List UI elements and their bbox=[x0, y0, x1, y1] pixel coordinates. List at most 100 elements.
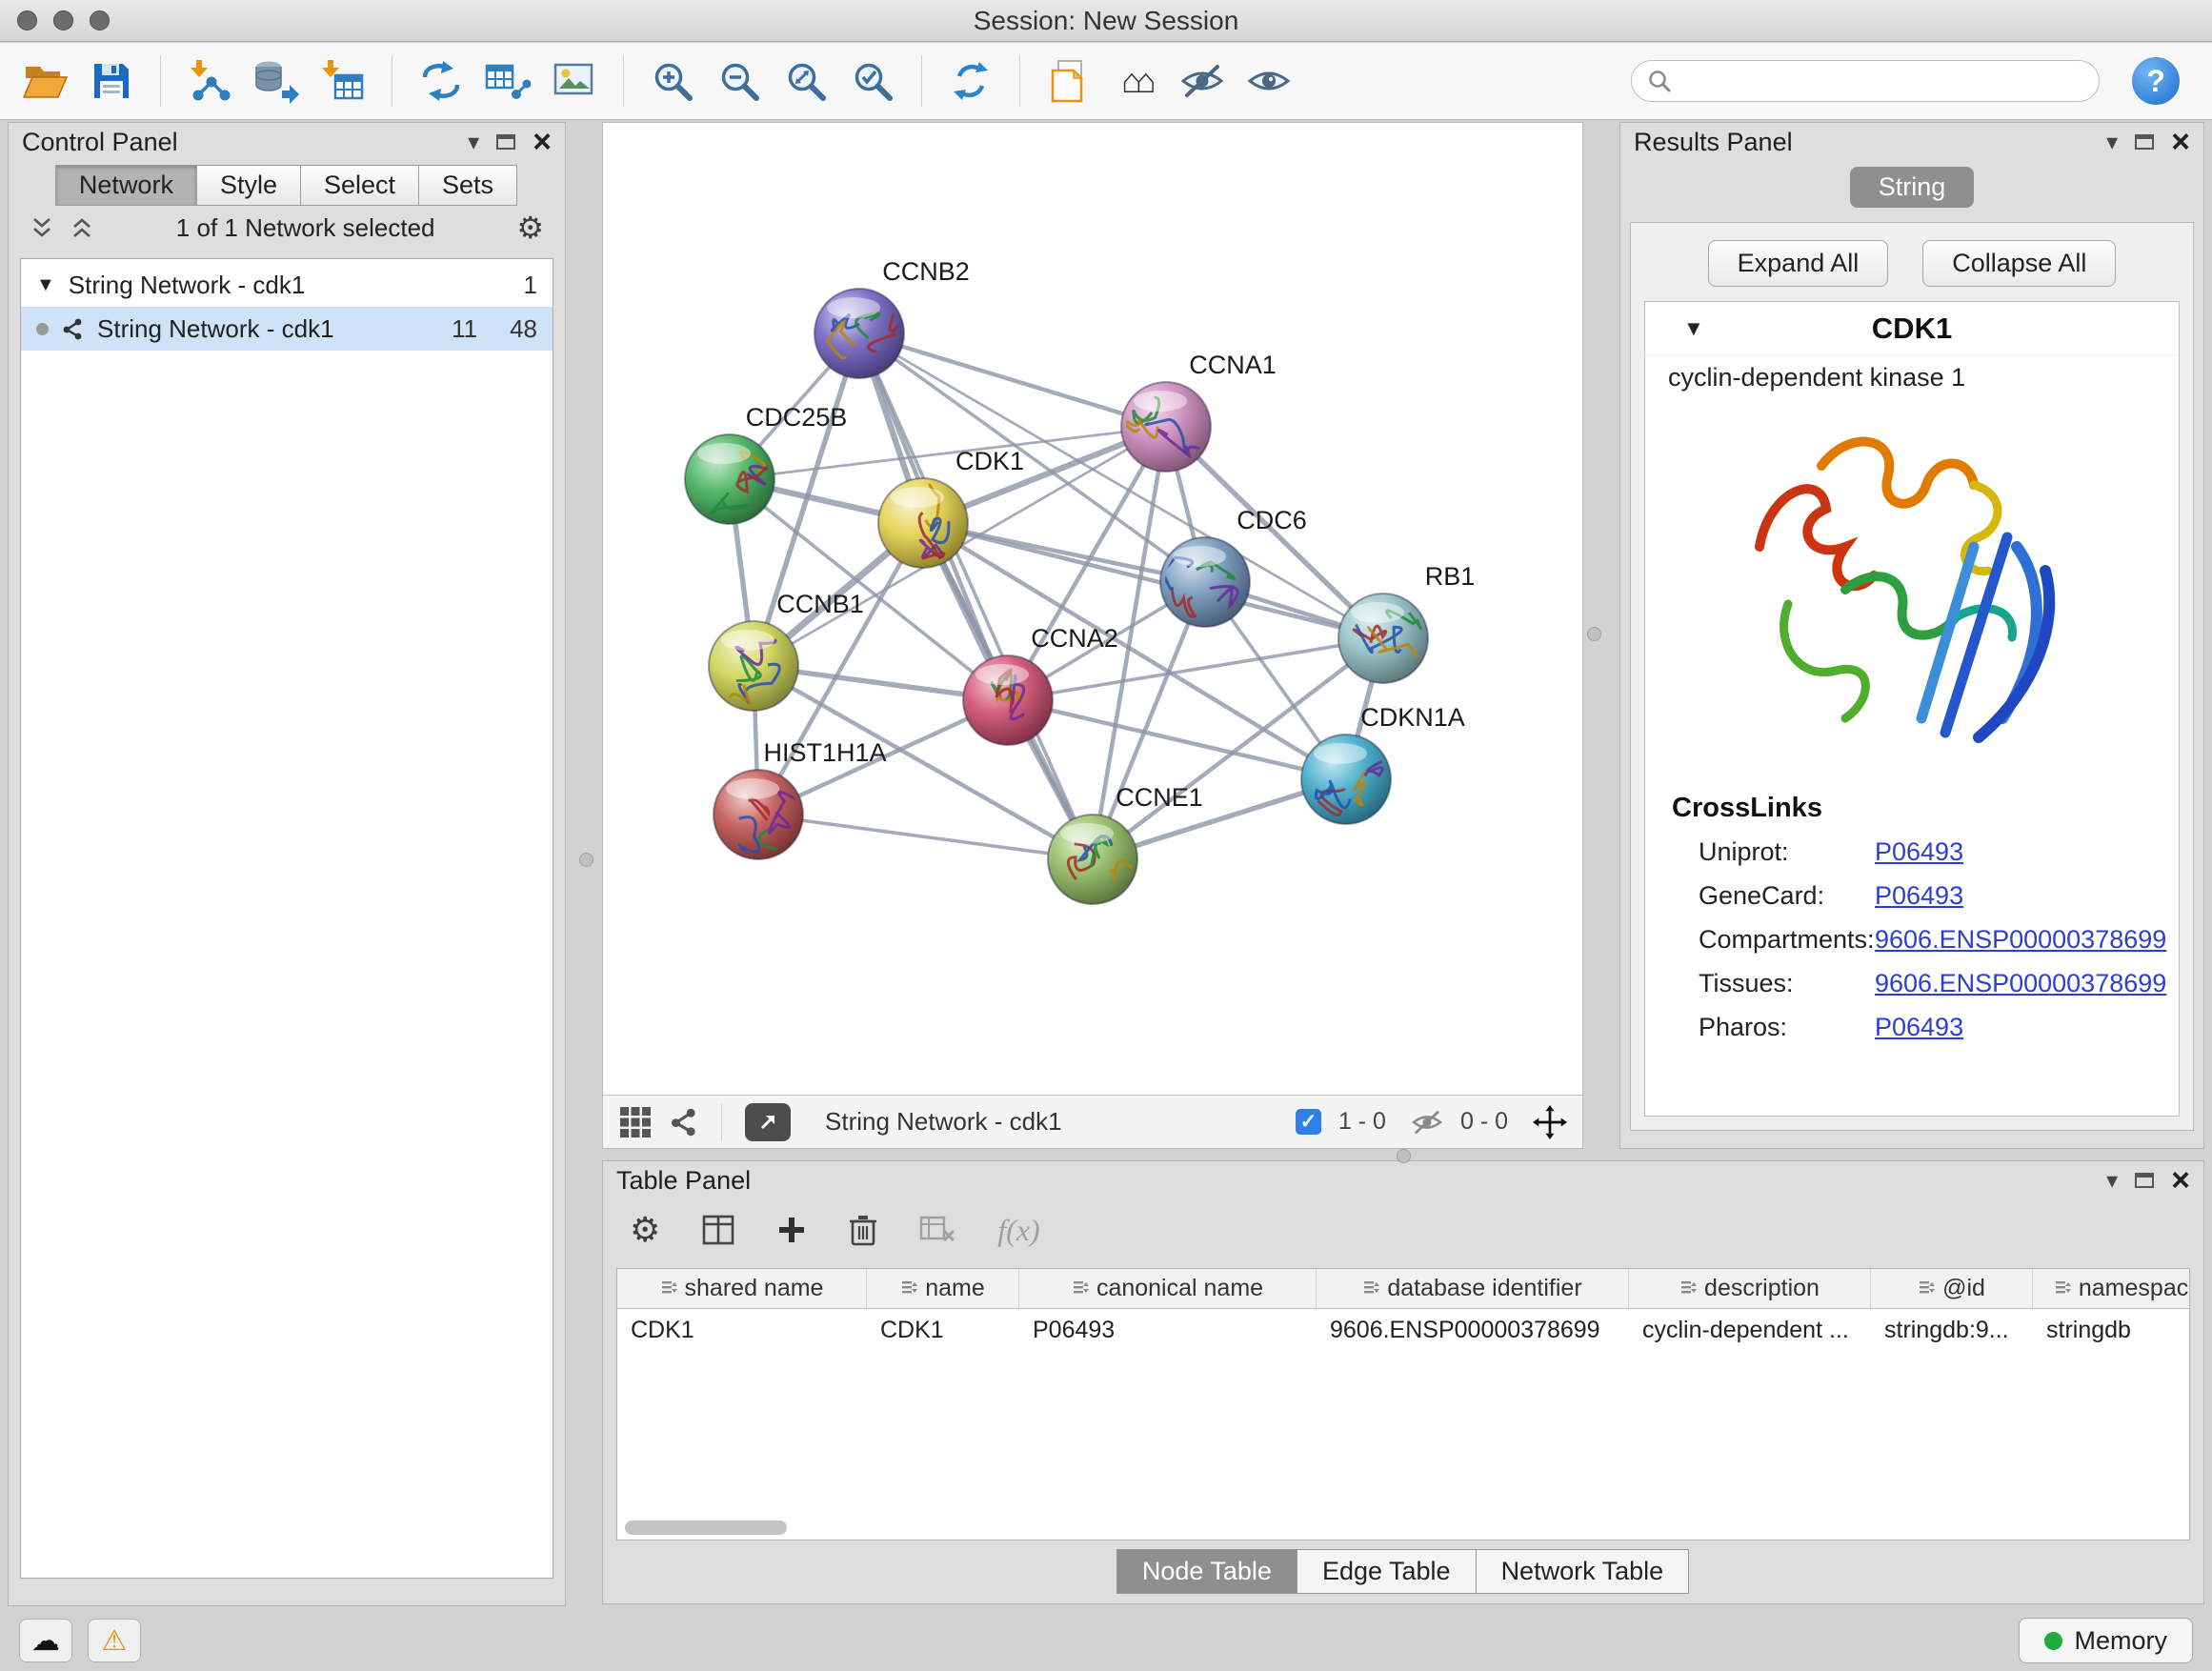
graph-node-CDKN1A[interactable]: CDKN1A bbox=[1301, 703, 1465, 824]
column-header-namespace[interactable]: namespace bbox=[2033, 1269, 2190, 1308]
zoom-out-button[interactable] bbox=[710, 50, 769, 111]
crosslink-link[interactable]: P06493 bbox=[1875, 1013, 1963, 1042]
collapse-panel-icon[interactable]: ▾ bbox=[468, 129, 479, 156]
tab-sets[interactable]: Sets bbox=[418, 165, 517, 206]
memory-button[interactable]: Memory bbox=[2019, 1618, 2193, 1663]
network-from-table-button[interactable] bbox=[478, 50, 537, 111]
table-cell[interactable]: 9606.ENSP00000378699 bbox=[1317, 1309, 1629, 1351]
table-cell[interactable]: cyclin-dependent ... bbox=[1629, 1309, 1871, 1351]
collapse-all-icon[interactable] bbox=[70, 216, 94, 239]
birds-eye-view-icon[interactable] bbox=[618, 1105, 653, 1139]
graph-node-CCNE1[interactable]: CCNE1 bbox=[1048, 783, 1203, 904]
column-header-database-identifier[interactable]: database identifier bbox=[1317, 1269, 1629, 1308]
delete-column-trash-icon[interactable] bbox=[849, 1214, 877, 1246]
table-row[interactable]: CDK1CDK1P064939606.ENSP00000378699cyclin… bbox=[617, 1309, 2189, 1351]
open-in-new-window-button[interactable] bbox=[745, 1103, 791, 1141]
expand-all-icon[interactable] bbox=[30, 216, 54, 239]
table-settings-gear-icon[interactable]: ⚙ bbox=[630, 1213, 660, 1247]
network-label: String Network - cdk1 bbox=[97, 314, 334, 344]
collapse-all-button[interactable]: Collapse All bbox=[1922, 240, 2116, 287]
zoom-selected-button[interactable] bbox=[843, 50, 902, 111]
save-session-button[interactable] bbox=[82, 50, 141, 111]
float-panel-icon[interactable] bbox=[2135, 1173, 2154, 1188]
crosslink-link[interactable]: 9606.ENSP00000378699 bbox=[1875, 925, 2166, 955]
tab-style[interactable]: Style bbox=[196, 165, 301, 206]
collapse-panel-icon[interactable]: ▾ bbox=[2106, 1167, 2118, 1195]
bottom-splitter-handle[interactable] bbox=[1397, 1149, 1411, 1163]
table-cell[interactable]: CDK1 bbox=[617, 1309, 867, 1351]
hide-selection-button[interactable] bbox=[1173, 50, 1232, 111]
zoom-fit-button[interactable] bbox=[776, 50, 835, 111]
selected-checkbox[interactable]: ✓ bbox=[1296, 1109, 1321, 1135]
close-panel-icon[interactable]: × bbox=[2171, 126, 2190, 158]
gear-icon[interactable]: ⚙ bbox=[516, 212, 544, 243]
left-splitter-handle[interactable] bbox=[579, 853, 593, 867]
import-network-from-database-button[interactable] bbox=[247, 50, 306, 111]
float-panel-icon[interactable] bbox=[496, 134, 515, 150]
clone-network-button[interactable] bbox=[412, 50, 471, 111]
node-label: CCNA2 bbox=[1031, 624, 1118, 653]
cloud-status-button[interactable]: ☁ bbox=[19, 1619, 72, 1662]
column-header-name[interactable]: name bbox=[867, 1269, 1019, 1308]
network-row[interactable]: String Network - cdk1 11 48 bbox=[21, 307, 553, 351]
tab-string[interactable]: String bbox=[1850, 167, 1975, 208]
graph-node-CCNB1[interactable]: CCNB1 bbox=[709, 590, 864, 711]
network-collection-row[interactable]: ▼ String Network - cdk1 1 bbox=[21, 263, 553, 307]
close-window-button[interactable] bbox=[17, 10, 37, 30]
close-panel-icon[interactable]: × bbox=[2171, 1164, 2190, 1197]
network-canvas[interactable]: CCNB2CCNA1CDC25BCDK1CDC6RB1CCNB1CCNA2CDK… bbox=[603, 123, 1582, 1095]
graph-node-HIST1H1A[interactable]: HIST1H1A bbox=[714, 738, 887, 859]
float-panel-icon[interactable] bbox=[2135, 134, 2154, 150]
expand-all-button[interactable]: Expand All bbox=[1708, 240, 1889, 287]
tab-select[interactable]: Select bbox=[300, 165, 419, 206]
import-table-from-file-button[interactable] bbox=[313, 50, 372, 111]
tab-edge-table[interactable]: Edge Table bbox=[1297, 1549, 1477, 1594]
table-cell[interactable]: stringdb:9... bbox=[1871, 1309, 2033, 1351]
show-columns-icon[interactable] bbox=[702, 1215, 734, 1245]
tab-node-table[interactable]: Node Table bbox=[1116, 1549, 1297, 1594]
crosslink-link[interactable]: P06493 bbox=[1875, 837, 1963, 867]
export-image-button[interactable] bbox=[545, 50, 604, 111]
collapse-section-icon[interactable]: ▼ bbox=[1683, 316, 1704, 341]
graph-node-RB1[interactable]: RB1 bbox=[1338, 562, 1475, 683]
refresh-layout-button[interactable] bbox=[941, 50, 1000, 111]
column-header-description[interactable]: description bbox=[1629, 1269, 1871, 1308]
search-input[interactable] bbox=[1681, 68, 2083, 95]
hidden-eye-slash-icon[interactable] bbox=[1411, 1109, 1443, 1136]
tree-expander-icon[interactable]: ▼ bbox=[36, 274, 55, 296]
column-header-canonical-name[interactable]: canonical name bbox=[1019, 1269, 1317, 1308]
open-session-button[interactable] bbox=[15, 50, 74, 111]
maximize-window-button[interactable] bbox=[90, 10, 110, 30]
table-cell[interactable]: CDK1 bbox=[867, 1309, 1019, 1351]
column-header-shared-name[interactable]: shared name bbox=[617, 1269, 867, 1308]
home-button[interactable]: ⌂⌂ bbox=[1106, 50, 1165, 111]
crosslink-link[interactable]: P06493 bbox=[1875, 881, 1963, 911]
horizontal-scrollbar[interactable] bbox=[625, 1520, 787, 1535]
collapse-panel-icon[interactable]: ▾ bbox=[2106, 129, 2118, 156]
graph-node-CCNA1[interactable]: CCNA1 bbox=[1116, 351, 1277, 472]
table-cell[interactable]: P06493 bbox=[1019, 1309, 1317, 1351]
close-panel-icon[interactable]: × bbox=[533, 126, 552, 158]
network-share-icon[interactable] bbox=[670, 1108, 698, 1137]
warnings-button[interactable]: ⚠ bbox=[88, 1619, 141, 1662]
import-network-from-file-button[interactable] bbox=[180, 50, 239, 111]
add-column-icon[interactable] bbox=[776, 1215, 807, 1245]
function-builder-icon[interactable]: f(x) bbox=[997, 1213, 1039, 1248]
delete-table-icon[interactable] bbox=[919, 1216, 955, 1244]
protein-card-header[interactable]: ▼ CDK1 bbox=[1645, 302, 2179, 355]
right-splitter-handle[interactable] bbox=[1587, 627, 1601, 641]
copy-document-button[interactable] bbox=[1039, 50, 1098, 111]
graph-node-CDC25B[interactable]: CDC25B bbox=[685, 403, 847, 524]
tab-network-table[interactable]: Network Table bbox=[1476, 1549, 1690, 1594]
table-cell[interactable]: stringdb bbox=[2033, 1309, 2190, 1351]
zoom-in-button[interactable] bbox=[643, 50, 702, 111]
pan-crosshair-icon[interactable] bbox=[1533, 1105, 1567, 1139]
minimize-window-button[interactable] bbox=[53, 10, 73, 30]
tab-network[interactable]: Network bbox=[55, 165, 197, 206]
crosslink-link[interactable]: 9606.ENSP00000378699 bbox=[1875, 969, 2166, 998]
help-button[interactable]: ? bbox=[2132, 57, 2180, 105]
column-header--id[interactable]: @id bbox=[1871, 1269, 2033, 1308]
show-all-button[interactable] bbox=[1239, 50, 1298, 111]
search-box[interactable] bbox=[1631, 60, 2100, 102]
graph-node-CDK1[interactable]: CDK1 bbox=[878, 447, 1024, 568]
